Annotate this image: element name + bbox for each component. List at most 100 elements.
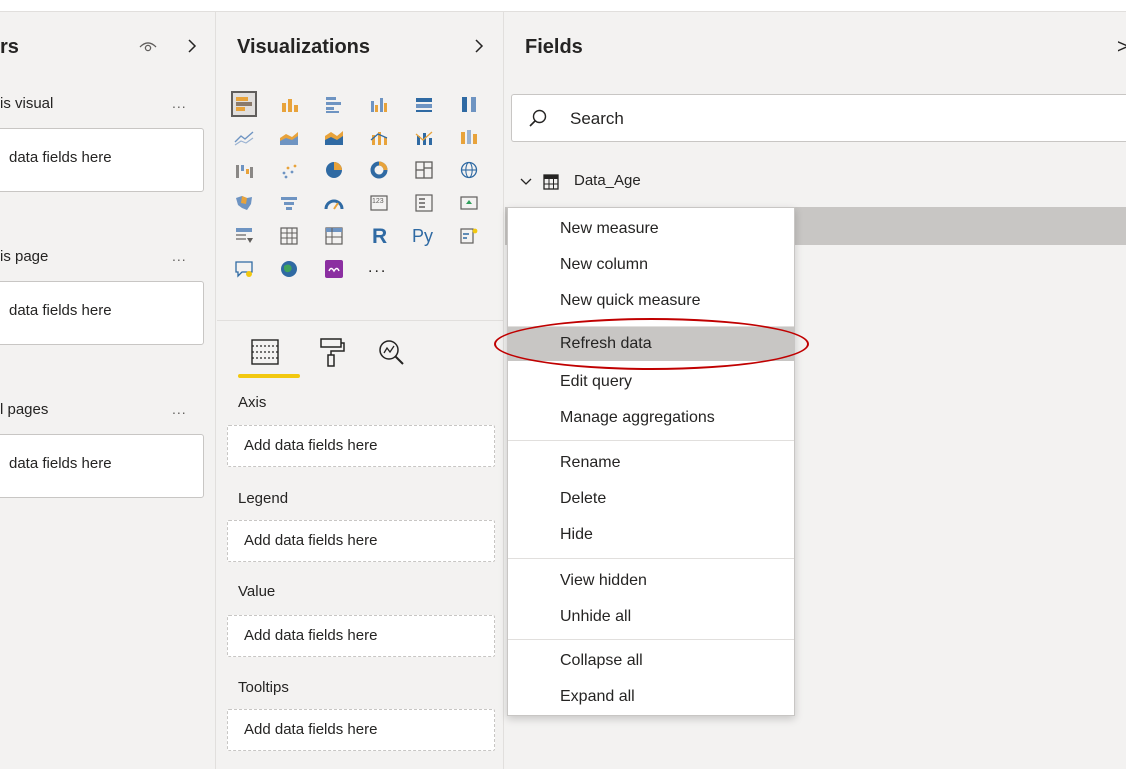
stacked-column-chart-icon[interactable] <box>278 93 300 115</box>
ribbon-chart-icon[interactable] <box>458 126 480 148</box>
menu-item-label: New quick measure <box>560 292 701 309</box>
format-paint-roller-icon[interactable] <box>313 334 349 370</box>
menu-item-delete[interactable]: Delete <box>508 482 794 516</box>
fields-tab-icon[interactable] <box>247 334 283 370</box>
menu-item-label: Unhide all <box>560 608 632 625</box>
stacked-area-chart-icon[interactable] <box>323 126 345 148</box>
python-visual-label: Py <box>412 226 434 246</box>
more-visuals-label: ... <box>368 259 388 276</box>
line-and-clustered-column-icon[interactable] <box>413 126 435 148</box>
axis-drop-zone[interactable]: Add data fields here <box>227 425 495 467</box>
gauge-icon[interactable] <box>323 192 345 214</box>
value-drop-zone[interactable]: Add data fields here <box>227 615 495 657</box>
drop-zone-placeholder: Add data fields here <box>244 532 378 549</box>
table-visual-icon[interactable] <box>278 225 300 247</box>
filters-title: rs <box>0 36 19 58</box>
legend-drop-zone[interactable]: Add data fields here <box>227 520 495 562</box>
tooltips-drop-zone[interactable]: Add data fields here <box>227 709 495 751</box>
chevron-right-icon[interactable] <box>473 38 485 54</box>
drop-zone-placeholder: Add data fields here <box>244 627 378 644</box>
context-menu: New measure New column New quick measure… <box>507 207 795 716</box>
more-visuals-icon[interactable]: ... <box>368 258 390 280</box>
menu-item-expand-all[interactable]: Expand all <box>508 680 794 714</box>
pie-chart-icon[interactable] <box>323 159 345 181</box>
slicer-icon[interactable] <box>233 225 255 247</box>
more-options-icon[interactable]: ... <box>172 401 187 417</box>
menu-separator <box>508 639 794 640</box>
menu-item-view-hidden[interactable]: View hidden <box>508 564 794 598</box>
r-visual-icon[interactable]: R <box>368 225 390 248</box>
menu-item-hide[interactable]: Hide <box>508 518 794 552</box>
menu-item-unhide-all[interactable]: Unhide all <box>508 600 794 634</box>
stacked-bar-chart-icon[interactable] <box>231 91 257 117</box>
drop-zone-placeholder: data fields here <box>9 149 112 166</box>
well-label-value: Value <box>238 583 276 600</box>
line-and-stacked-column-icon[interactable] <box>368 126 390 148</box>
menu-item-label: Rename <box>560 454 621 471</box>
drop-zone-placeholder: Add data fields here <box>244 437 378 454</box>
matrix-icon[interactable] <box>323 225 345 247</box>
menu-item-manage-aggregations[interactable]: Manage aggregations <box>508 401 794 435</box>
treemap-icon[interactable] <box>413 159 435 181</box>
collapse-chevron-icon[interactable]: > <box>1117 36 1126 59</box>
100-stacked-bar-chart-icon[interactable] <box>413 93 435 115</box>
menu-item-label: Manage aggregations <box>560 409 715 426</box>
visualizations-title: Visualizations <box>237 36 371 58</box>
menu-item-label: Collapse all <box>560 652 643 669</box>
menu-item-label: New column <box>560 256 649 273</box>
100-stacked-column-chart-icon[interactable] <box>458 93 480 115</box>
qa-visual-icon[interactable] <box>233 258 255 280</box>
eye-icon[interactable] <box>138 38 158 54</box>
table-icon <box>543 174 559 190</box>
drop-zone-placeholder: data fields here <box>9 302 112 319</box>
card-icon-label: 123 <box>372 198 384 205</box>
menu-item-new-measure[interactable]: New measure <box>508 212 794 246</box>
python-visual-icon[interactable]: Py <box>412 225 435 247</box>
menu-item-label: Delete <box>560 490 607 507</box>
funnel-chart-icon[interactable] <box>278 192 300 214</box>
custom-visual-icon[interactable] <box>323 258 345 280</box>
filled-map-icon[interactable] <box>233 192 255 214</box>
clustered-bar-chart-icon[interactable] <box>323 93 345 115</box>
key-influencers-icon[interactable] <box>458 225 480 247</box>
clustered-column-chart-icon[interactable] <box>368 93 390 115</box>
search-input[interactable]: Search <box>511 94 1126 142</box>
more-options-icon[interactable]: ... <box>172 95 187 111</box>
filter-drop-zone[interactable]: data fields here <box>0 434 204 498</box>
well-label-axis: Axis <box>238 394 267 411</box>
top-bar <box>0 0 1126 12</box>
waterfall-chart-icon[interactable] <box>233 159 255 181</box>
drop-zone-placeholder: Add data fields here <box>244 721 378 738</box>
search-placeholder: Search <box>570 109 624 128</box>
menu-item-new-column[interactable]: New column <box>508 248 794 282</box>
chevron-down-icon[interactable] <box>519 175 533 189</box>
card-icon[interactable]: 123 <box>368 192 390 214</box>
arcgis-map-icon[interactable] <box>278 258 300 280</box>
menu-item-new-quick-measure[interactable]: New quick measure <box>508 284 794 318</box>
menu-item-label: Hide <box>560 526 593 543</box>
menu-separator <box>508 558 794 559</box>
menu-item-collapse-all[interactable]: Collapse all <box>508 644 794 678</box>
scatter-chart-icon[interactable] <box>278 159 300 181</box>
divider <box>217 320 504 321</box>
kpi-icon[interactable] <box>458 192 480 214</box>
table-name: Data_Age <box>574 172 641 189</box>
more-options-icon[interactable]: ... <box>172 248 187 264</box>
menu-item-edit-query[interactable]: Edit query <box>508 365 794 399</box>
line-chart-icon[interactable] <box>233 126 255 148</box>
fields-title: Fields <box>525 36 583 58</box>
map-globe-icon[interactable] <box>458 159 480 181</box>
multi-row-card-icon[interactable] <box>413 192 435 214</box>
filter-section-label: is visual <box>0 95 54 112</box>
menu-item-label: New measure <box>560 220 659 237</box>
menu-item-label: View hidden <box>560 572 647 589</box>
menu-item-rename[interactable]: Rename <box>508 446 794 480</box>
menu-item-refresh-data[interactable]: Refresh data <box>508 327 794 361</box>
active-tab-indicator <box>238 374 300 378</box>
chevron-right-icon[interactable] <box>186 38 198 54</box>
analytics-magnifier-icon[interactable] <box>373 334 409 370</box>
filter-drop-zone[interactable]: data fields here <box>0 281 204 345</box>
area-chart-icon[interactable] <box>278 126 300 148</box>
donut-chart-icon[interactable] <box>368 159 390 181</box>
filter-drop-zone[interactable]: data fields here <box>0 128 204 192</box>
